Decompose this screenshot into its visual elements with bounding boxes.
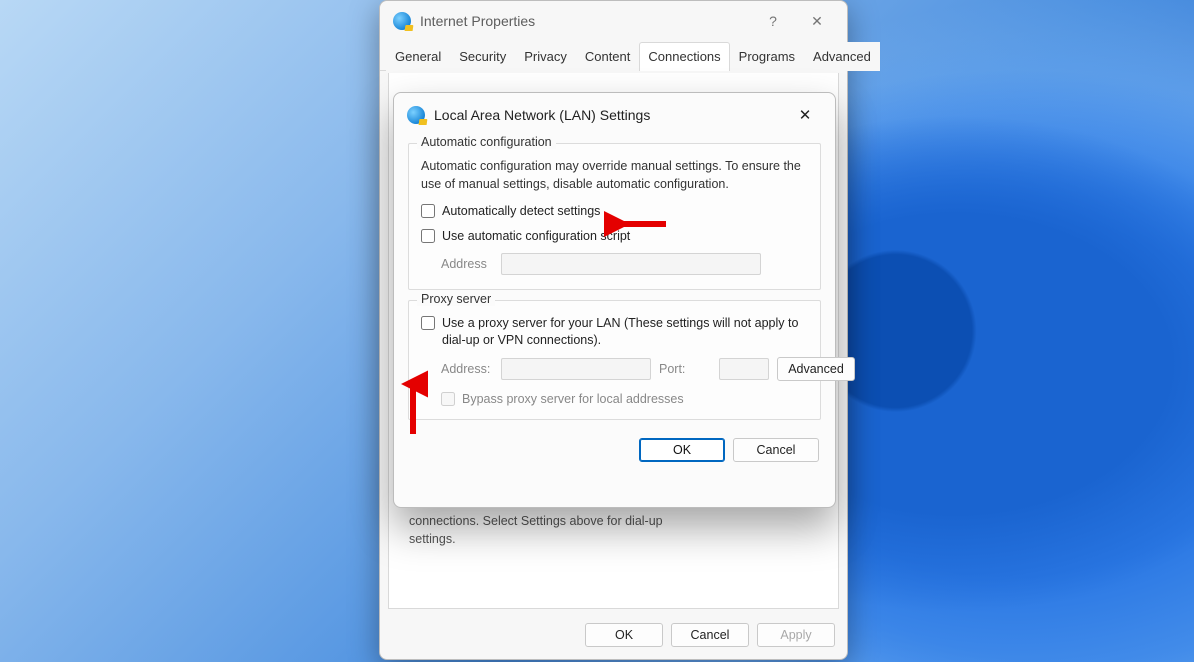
lan-titlebar: Local Area Network (LAN) Settings ✕ bbox=[394, 93, 835, 137]
cancel-button[interactable]: Cancel bbox=[671, 623, 749, 647]
bypass-local-checkbox[interactable] bbox=[441, 392, 455, 406]
proxy-port-input[interactable] bbox=[719, 358, 769, 380]
close-button[interactable]: ✕ bbox=[783, 100, 827, 130]
lan-section-text: connections. Select Settings above for d… bbox=[409, 513, 709, 548]
tab-content[interactable]: Content bbox=[576, 42, 640, 71]
proxy-server-legend: Proxy server bbox=[417, 292, 495, 306]
use-proxy-checkbox-row[interactable]: Use a proxy server for your LAN (These s… bbox=[421, 315, 808, 349]
lan-settings-dialog: Local Area Network (LAN) Settings ✕ Auto… bbox=[393, 92, 836, 508]
tab-general[interactable]: General bbox=[386, 42, 450, 71]
proxy-port-label: Port: bbox=[659, 362, 711, 376]
tabs-row: General Security Privacy Content Connect… bbox=[380, 41, 847, 71]
automatic-configuration-desc: Automatic configuration may override man… bbox=[421, 158, 808, 193]
use-script-checkbox-row[interactable]: Use automatic configuration script bbox=[421, 228, 808, 245]
proxy-address-port-row: Address: Port: Advanced bbox=[441, 357, 808, 381]
ok-button[interactable]: OK bbox=[639, 438, 725, 462]
use-script-checkbox[interactable] bbox=[421, 229, 435, 243]
proxy-server-group: Proxy server Use a proxy server for your… bbox=[408, 300, 821, 421]
script-address-field: Address bbox=[441, 253, 808, 275]
advanced-button[interactable]: Advanced bbox=[777, 357, 855, 381]
proxy-address-label: Address: bbox=[441, 362, 493, 376]
tab-programs[interactable]: Programs bbox=[730, 42, 804, 71]
apply-button[interactable]: Apply bbox=[757, 623, 835, 647]
lan-title: Local Area Network (LAN) Settings bbox=[434, 107, 783, 123]
internet-properties-titlebar: Internet Properties ? ✕ bbox=[380, 1, 847, 41]
auto-detect-checkbox[interactable] bbox=[421, 204, 435, 218]
bypass-local-label: Bypass proxy server for local addresses bbox=[462, 391, 808, 408]
automatic-configuration-group: Automatic configuration Automatic config… bbox=[408, 143, 821, 290]
use-proxy-checkbox[interactable] bbox=[421, 316, 435, 330]
tab-security[interactable]: Security bbox=[450, 42, 515, 71]
internet-options-icon bbox=[392, 11, 412, 31]
automatic-configuration-legend: Automatic configuration bbox=[417, 135, 556, 149]
internet-properties-title: Internet Properties bbox=[420, 13, 751, 29]
cancel-button[interactable]: Cancel bbox=[733, 438, 819, 462]
close-button[interactable]: ✕ bbox=[795, 6, 839, 36]
use-script-label: Use automatic configuration script bbox=[442, 228, 808, 245]
auto-detect-checkbox-row[interactable]: Automatically detect settings bbox=[421, 203, 808, 220]
internet-properties-buttons: OK Cancel Apply bbox=[585, 623, 835, 647]
lan-dialog-buttons: OK Cancel bbox=[394, 430, 835, 476]
bypass-local-checkbox-row[interactable]: Bypass proxy server for local addresses bbox=[441, 391, 808, 408]
script-address-input[interactable] bbox=[501, 253, 761, 275]
proxy-address-input[interactable] bbox=[501, 358, 651, 380]
tab-privacy[interactable]: Privacy bbox=[515, 42, 576, 71]
tab-advanced[interactable]: Advanced bbox=[804, 42, 880, 71]
script-address-label: Address bbox=[441, 257, 493, 271]
use-proxy-label: Use a proxy server for your LAN (These s… bbox=[442, 315, 808, 349]
help-button[interactable]: ? bbox=[751, 6, 795, 36]
internet-options-icon bbox=[406, 105, 426, 125]
tab-connections[interactable]: Connections bbox=[639, 42, 729, 71]
ok-button[interactable]: OK bbox=[585, 623, 663, 647]
auto-detect-label: Automatically detect settings bbox=[442, 203, 808, 220]
